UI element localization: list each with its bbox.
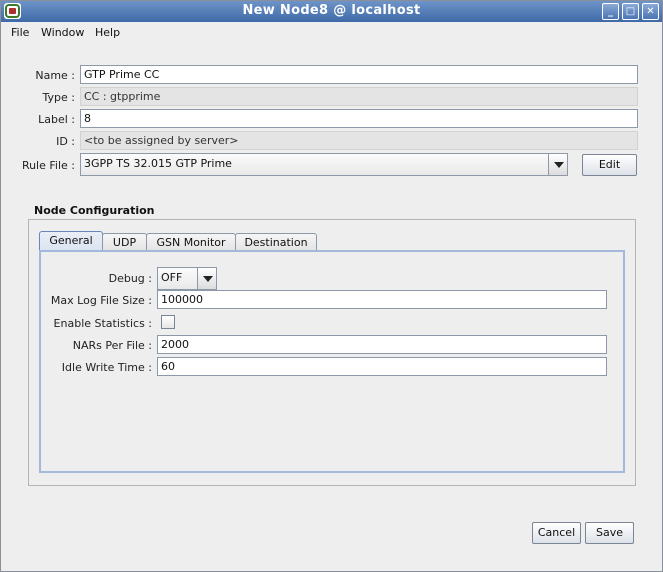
name-label: Name : xyxy=(35,69,75,82)
type-field: CC : gtpprime xyxy=(80,87,638,106)
rule-file-value: 3GPP TS 32.015 GTP Prime xyxy=(84,157,232,170)
chevron-down-icon[interactable] xyxy=(548,154,567,175)
type-label: Type : xyxy=(42,91,75,104)
rule-file-combo[interactable]: 3GPP TS 32.015 GTP Prime xyxy=(80,153,568,176)
menu-window[interactable]: Window xyxy=(41,26,84,39)
id-field: <to be assigned by server> xyxy=(80,131,638,150)
tab-general[interactable]: General xyxy=(39,231,103,251)
debug-combo[interactable]: OFF xyxy=(157,267,217,290)
tab-destination[interactable]: Destination xyxy=(235,233,317,251)
debug-label: Debug : xyxy=(108,272,152,285)
minimize-icon[interactable]: _ xyxy=(602,3,619,20)
dialog-window: New Node8 @ localhost _ □ ✕ File Window … xyxy=(0,0,663,572)
close-icon[interactable]: ✕ xyxy=(642,3,659,20)
cancel-button[interactable]: Cancel xyxy=(532,522,581,544)
nars-per-file-field[interactable]: 2000 xyxy=(157,335,607,354)
title-bar[interactable]: New Node8 @ localhost _ □ ✕ xyxy=(1,1,662,22)
enable-statistics-label: Enable Statistics : xyxy=(53,317,152,330)
idle-write-time-field[interactable]: 60 xyxy=(157,357,607,376)
name-field[interactable]: GTP Prime CC xyxy=(80,65,638,84)
edit-button[interactable]: Edit xyxy=(582,154,637,176)
max-log-file-size-label: Max Log File Size : xyxy=(50,294,152,307)
label-label: Label : xyxy=(38,113,75,126)
save-button[interactable]: Save xyxy=(585,522,634,544)
tab-gsn-monitor[interactable]: GSN Monitor xyxy=(146,233,236,251)
menu-file[interactable]: File xyxy=(11,26,29,39)
enable-statistics-checkbox[interactable] xyxy=(161,315,175,329)
chevron-down-icon[interactable] xyxy=(197,268,216,289)
nars-per-file-label: NARs Per File : xyxy=(72,339,152,352)
tab-udp[interactable]: UDP xyxy=(102,233,147,251)
menu-help[interactable]: Help xyxy=(95,26,120,39)
id-label: ID : xyxy=(56,135,75,148)
menu-bar: File Window Help xyxy=(1,22,662,42)
rule-file-label: Rule File : xyxy=(21,159,75,172)
label-field[interactable]: 8 xyxy=(80,109,638,128)
idle-write-time-label: Idle Write Time : xyxy=(61,361,152,374)
debug-value: OFF xyxy=(161,271,183,284)
window-title: New Node8 @ localhost xyxy=(242,3,421,18)
node-configuration-title: Node Configuration xyxy=(34,204,155,217)
maximize-icon[interactable]: □ xyxy=(622,3,639,20)
max-log-file-size-field[interactable]: 100000 xyxy=(157,290,607,309)
